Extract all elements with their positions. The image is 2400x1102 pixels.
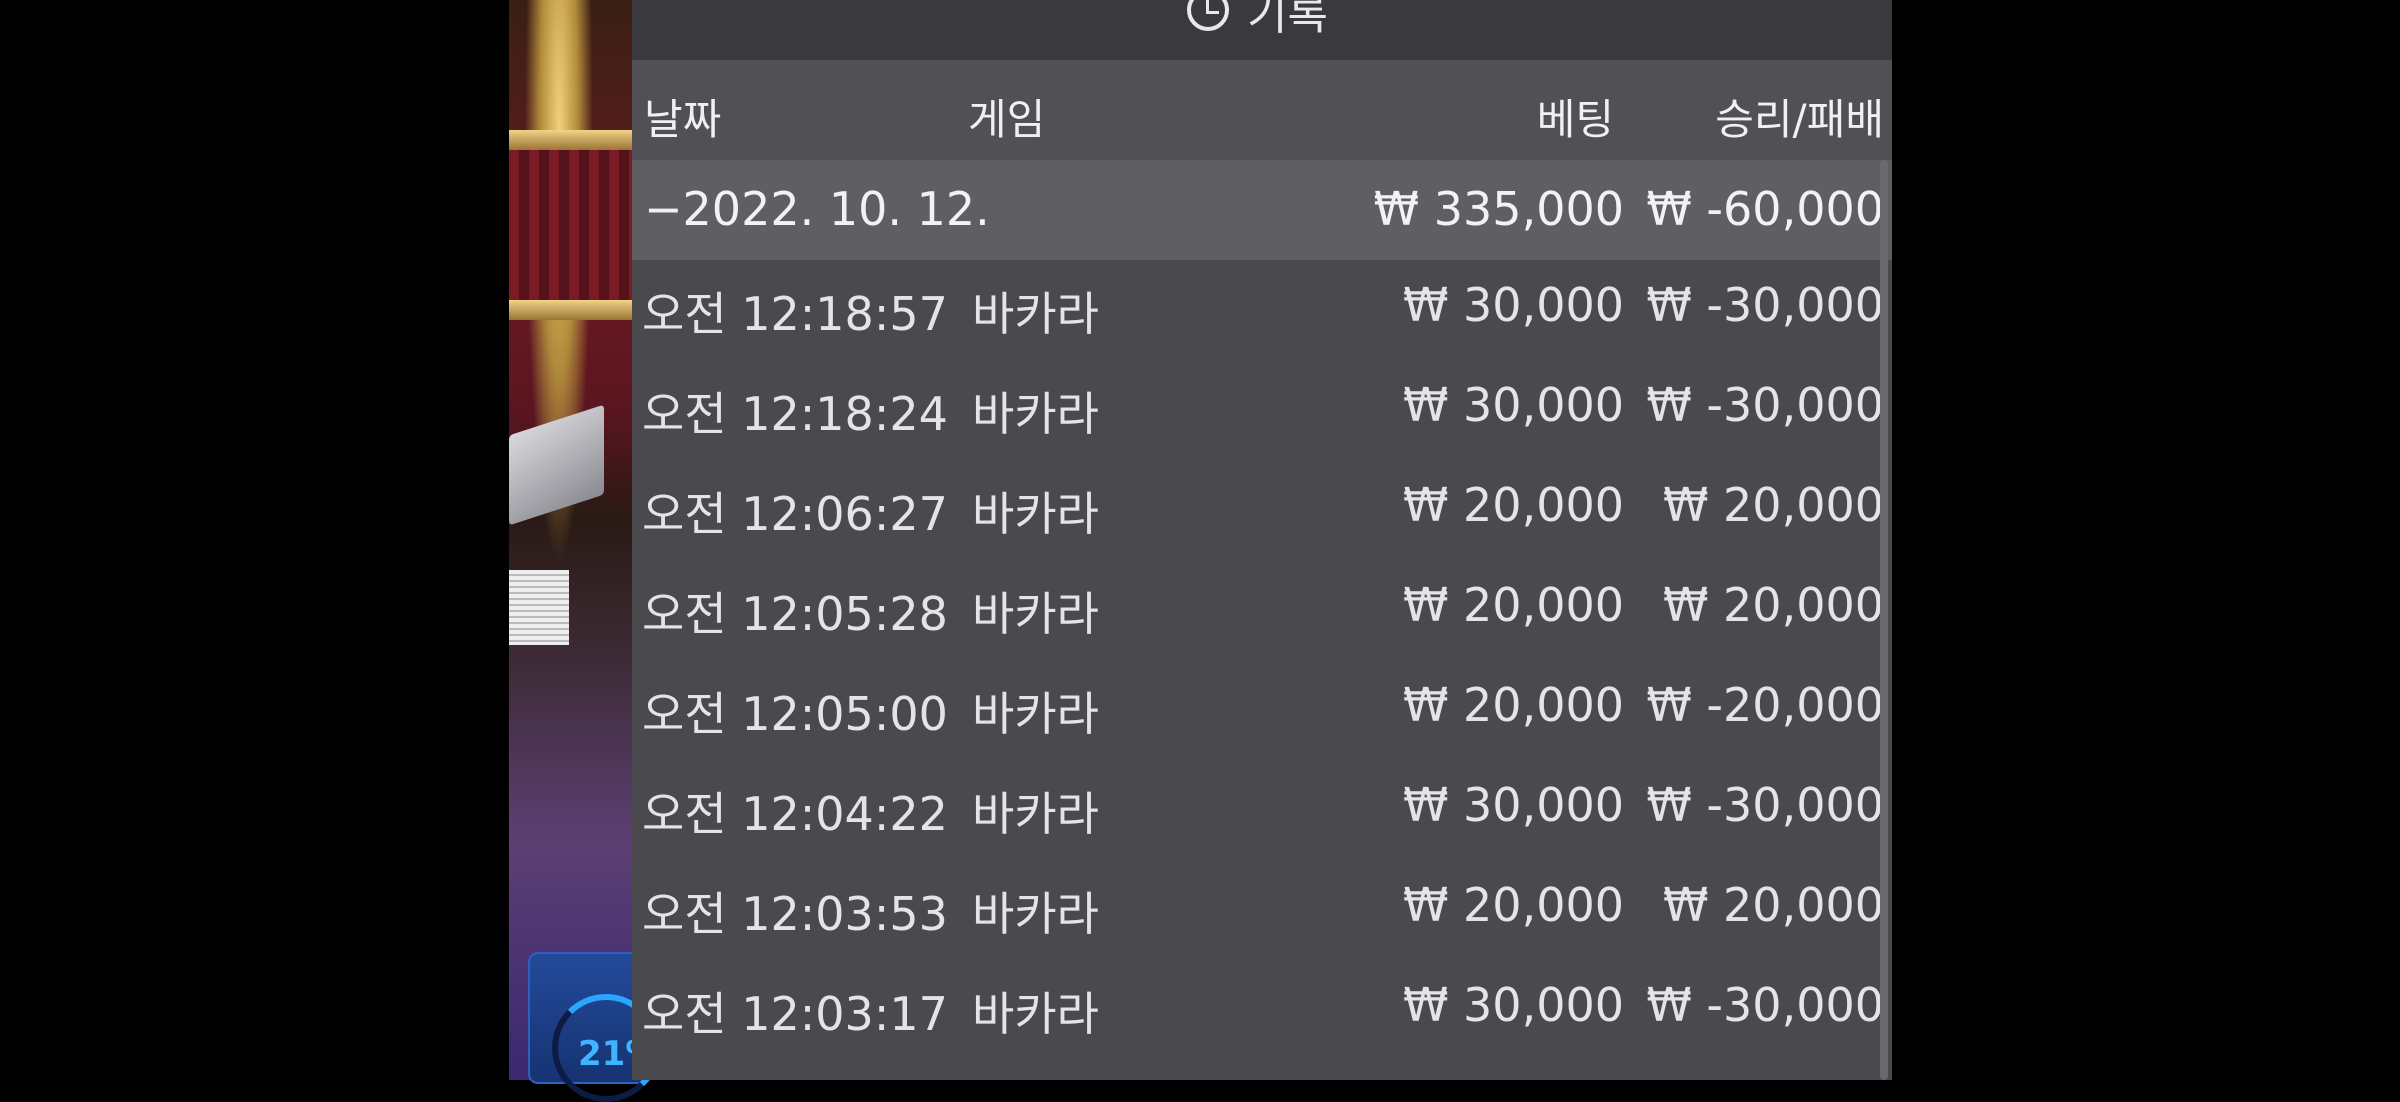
row-time: 오전 12:05:00 [642, 687, 948, 741]
row-result: ₩ 20,000 [1662, 478, 1884, 532]
row-game: 바카라 [972, 687, 1099, 741]
history-list: 오전 12:18:57 바카라 ₩ 30,000 ₩ -30,000 오전 12… [632, 260, 1892, 1060]
row-bet: ₩ 30,000 [1402, 778, 1624, 832]
row-result: ₩ -20,000 [1646, 678, 1884, 732]
row-result: ₩ 20,000 [1662, 878, 1884, 932]
history-icon [1187, 0, 1229, 31]
row-time: 오전 12:03:17 [642, 987, 948, 1041]
date-group-row[interactable]: −2022. 10. 12. ₩ 335,000 ₩ -60,000 [632, 160, 1892, 260]
row-game: 바카라 [972, 587, 1099, 641]
history-row[interactable]: 오전 12:05:00 바카라 ₩ 20,000 ₩ -20,000 [632, 660, 1892, 760]
row-bet: ₩ 20,000 [1402, 678, 1624, 732]
history-row[interactable]: 오전 12:05:28 바카라 ₩ 20,000 ₩ 20,000 [632, 560, 1892, 660]
panel-title-label: 기록 [1247, 0, 1328, 40]
card-shoe [509, 404, 604, 526]
history-row[interactable]: 오전 12:18:24 바카라 ₩ 30,000 ₩ -30,000 [632, 360, 1892, 460]
row-time: 오전 12:06:27 [642, 487, 948, 541]
history-row[interactable]: 오전 12:06:27 바카라 ₩ 20,000 ₩ 20,000 [632, 460, 1892, 560]
row-bet: ₩ 30,000 [1402, 978, 1624, 1032]
row-game: 바카라 [972, 787, 1099, 841]
row-bet: ₩ 30,000 [1402, 278, 1624, 332]
row-time: 오전 12:04:22 [642, 787, 948, 841]
panel-title: 기록 [1187, 0, 1328, 42]
date-group-label: −2022. 10. 12. [644, 182, 990, 236]
row-game: 바카라 [972, 887, 1099, 941]
date-group-bet-total: ₩ 335,000 [1373, 182, 1624, 236]
row-bet: ₩ 20,000 [1402, 878, 1624, 932]
card-stack [509, 570, 569, 645]
row-game: 바카라 [972, 987, 1099, 1041]
screen: 21% 기록 날짜 게임 베팅 승리/패배 −2022. 10. 12. ₩ 3… [0, 0, 2400, 1102]
column-date: 날짜 [644, 95, 722, 144]
row-result: ₩ 20,000 [1662, 578, 1884, 632]
gold-rail [509, 130, 634, 150]
panel-header: 기록 [632, 0, 1892, 60]
row-result: ₩ -30,000 [1646, 278, 1884, 332]
row-result: ₩ -30,000 [1646, 978, 1884, 1032]
history-row[interactable]: 오전 12:18:57 바카라 ₩ 30,000 ₩ -30,000 [632, 260, 1892, 360]
gold-rail [509, 300, 634, 320]
history-row[interactable]: 오전 12:03:53 바카라 ₩ 20,000 ₩ 20,000 [632, 860, 1892, 960]
column-result: 승리/패배 [1715, 95, 1884, 144]
scrollbar[interactable] [1880, 160, 1888, 1080]
column-header: 날짜 게임 베팅 승리/패배 [632, 60, 1892, 160]
row-result: ₩ -30,000 [1646, 378, 1884, 432]
history-row[interactable]: 오전 12:03:17 바카라 ₩ 30,000 ₩ -30,000 [632, 960, 1892, 1060]
row-game: 바카라 [972, 487, 1099, 541]
history-row[interactable]: 오전 12:04:22 바카라 ₩ 30,000 ₩ -30,000 [632, 760, 1892, 860]
row-bet: ₩ 20,000 [1402, 478, 1624, 532]
row-bet: ₩ 20,000 [1402, 578, 1624, 632]
row-game: 바카라 [972, 387, 1099, 441]
history-panel: 기록 날짜 게임 베팅 승리/패배 −2022. 10. 12. ₩ 335,0… [632, 0, 1892, 1080]
row-bet: ₩ 30,000 [1402, 378, 1624, 432]
row-time: 오전 12:03:53 [642, 887, 948, 941]
row-time: 오전 12:18:57 [642, 287, 948, 341]
date-group-result-total: ₩ -60,000 [1646, 182, 1884, 236]
row-result: ₩ -30,000 [1646, 778, 1884, 832]
row-time: 오전 12:18:24 [642, 387, 948, 441]
red-curtain [509, 150, 634, 300]
column-game: 게임 [968, 95, 1046, 144]
row-time: 오전 12:05:28 [642, 587, 948, 641]
column-bet: 베팅 [1536, 95, 1614, 144]
casino-table-background [509, 0, 634, 1080]
row-game: 바카라 [972, 287, 1099, 341]
